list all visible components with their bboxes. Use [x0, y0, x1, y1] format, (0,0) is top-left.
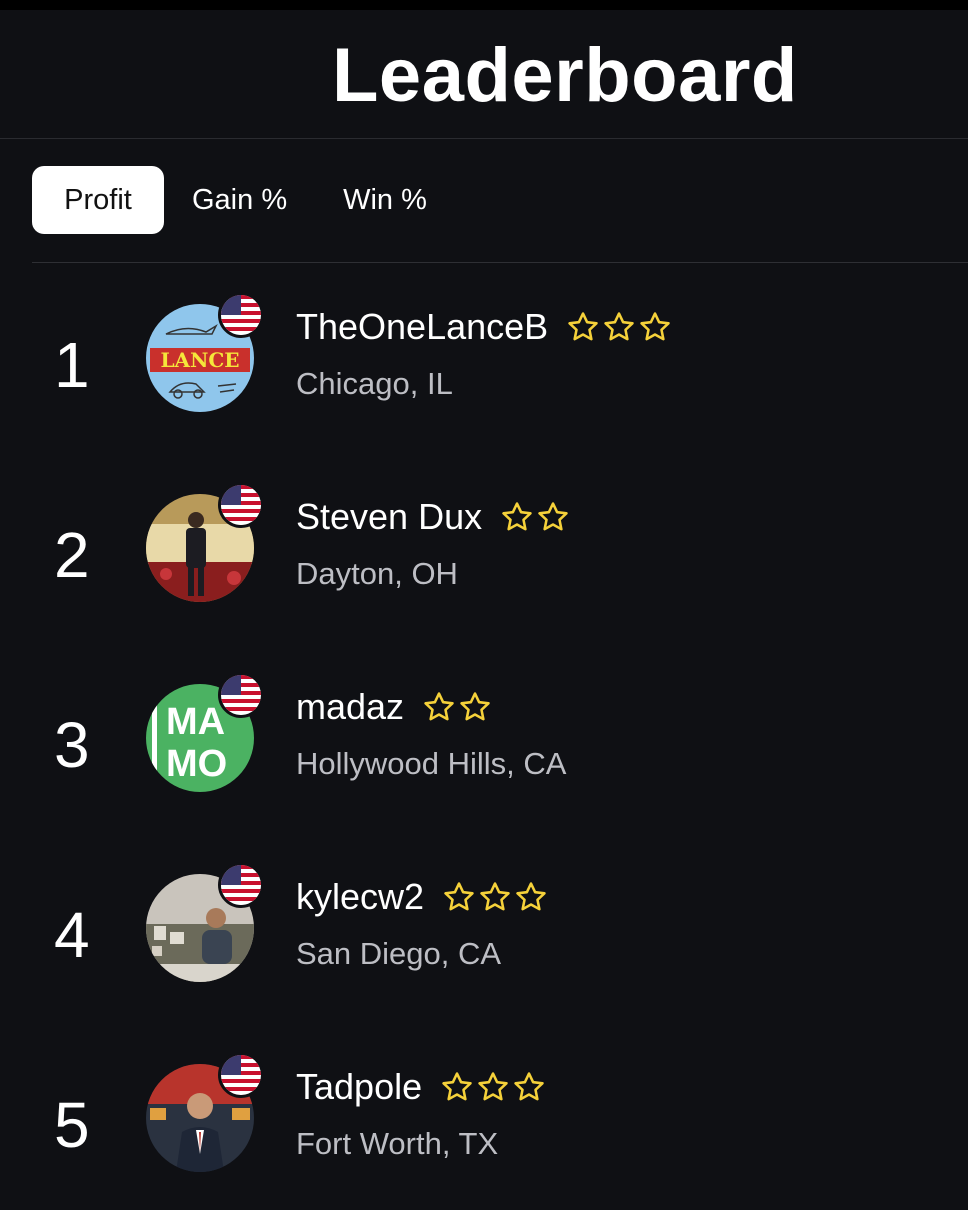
- us-flag-icon: [218, 292, 264, 338]
- avatar-logo-text-top: MA: [166, 701, 225, 743]
- page-title: Leaderboard: [332, 33, 798, 118]
- location: Fort Worth, TX: [296, 1126, 499, 1161]
- avatar-logo-text-bottom: MO: [166, 743, 227, 785]
- tab-win[interactable]: Win %: [315, 166, 455, 234]
- star-icon: [514, 1072, 544, 1101]
- star-icon: [502, 502, 532, 531]
- name-line: TheOneLanceB: [296, 306, 674, 348]
- star-icon: [442, 1072, 472, 1101]
- us-flag-icon: [218, 862, 264, 908]
- avatar-logo-text: LANCE: [160, 348, 239, 372]
- rank-number: 2: [54, 519, 90, 591]
- star-icon: [444, 882, 474, 911]
- star-rating: [442, 880, 550, 914]
- star-rating: [566, 310, 674, 344]
- name-line: Steven Dux: [296, 496, 572, 538]
- rank-number: 4: [54, 899, 90, 971]
- username[interactable]: Tadpole: [296, 1066, 422, 1108]
- avatar-container[interactable]: [144, 862, 264, 982]
- divider: [32, 262, 968, 263]
- star-rating: [440, 1070, 548, 1104]
- star-rating: [422, 690, 494, 724]
- name-line: madaz: [296, 686, 494, 728]
- avatar-container[interactable]: MA MO: [144, 672, 264, 792]
- star-rating: [500, 500, 572, 534]
- star-icon: [480, 882, 510, 911]
- star-icon: [604, 312, 634, 341]
- star-icon: [568, 312, 598, 341]
- avatar-container[interactable]: [144, 1052, 264, 1172]
- username[interactable]: TheOneLanceB: [296, 306, 548, 348]
- location: Dayton, OH: [296, 556, 458, 591]
- leaderboard-row[interactable]: 4 kylecw2 San Diego, CA: [0, 862, 968, 1020]
- leaderboard-row[interactable]: 1 LANCE TheOneLanceB Chicago, IL: [0, 292, 968, 450]
- rank-number: 3: [54, 709, 90, 781]
- star-icon: [640, 312, 670, 341]
- leaderboard-row[interactable]: 5 Tadpole Fort Worth, TX: [0, 1052, 968, 1210]
- name-line: Tadpole: [296, 1066, 548, 1108]
- leaderboard-row[interactable]: 2 Steven Dux Dayton, OH: [0, 482, 968, 640]
- leaderboard-row[interactable]: 3 MA MO madaz Hollywood Hills, CA: [0, 672, 968, 830]
- us-flag-icon: [218, 1052, 264, 1098]
- star-icon: [538, 502, 568, 531]
- rank-number: 5: [54, 1089, 90, 1161]
- us-flag-icon: [218, 482, 264, 528]
- tab-bar: Profit Gain % Win %: [32, 166, 455, 234]
- us-flag-icon: [218, 672, 264, 718]
- avatar-container[interactable]: [144, 482, 264, 602]
- username[interactable]: madaz: [296, 686, 404, 728]
- location: San Diego, CA: [296, 936, 502, 971]
- status-strip: [0, 0, 968, 10]
- tab-gain[interactable]: Gain %: [164, 166, 315, 234]
- location: Hollywood Hills, CA: [296, 746, 567, 781]
- star-icon: [460, 692, 490, 721]
- location: Chicago, IL: [296, 366, 453, 401]
- username[interactable]: kylecw2: [296, 876, 424, 918]
- username[interactable]: Steven Dux: [296, 496, 482, 538]
- avatar-container[interactable]: LANCE: [144, 292, 264, 412]
- star-icon: [478, 1072, 508, 1101]
- tab-profit[interactable]: Profit: [32, 166, 164, 234]
- name-line: kylecw2: [296, 876, 550, 918]
- star-icon: [516, 882, 546, 911]
- header: Leaderboard: [0, 10, 968, 139]
- star-icon: [424, 692, 454, 721]
- rank-number: 1: [54, 329, 90, 401]
